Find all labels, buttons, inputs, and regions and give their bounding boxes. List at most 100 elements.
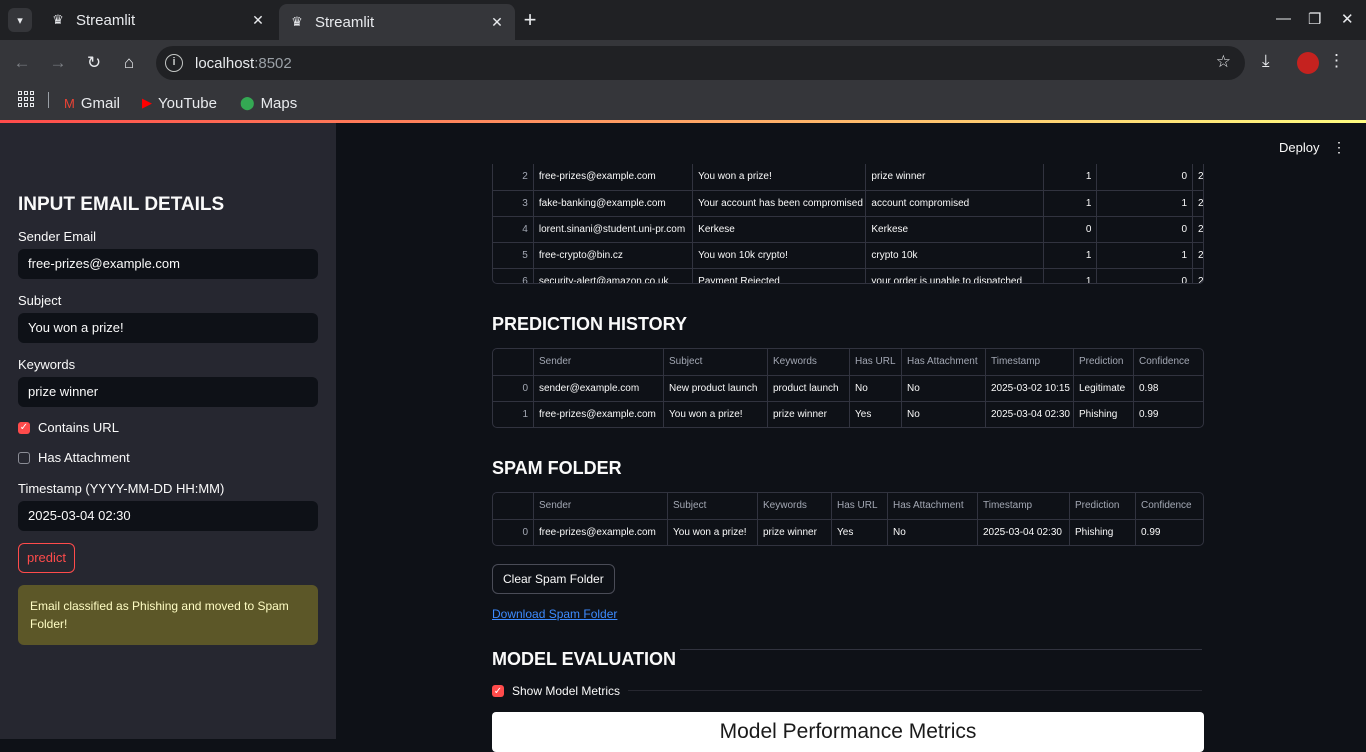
- browser-tab[interactable]: ♛ Streamlit ✕: [40, 4, 276, 36]
- download-spam-folder-link[interactable]: Download Spam Folder: [492, 607, 617, 621]
- subject-input[interactable]: You won a prize!: [18, 313, 318, 343]
- column-header[interactable]: Keywords: [757, 493, 831, 519]
- table-row[interactable]: 6 security-alert@amazon.co.uk Payment Reje…: [493, 268, 1203, 283]
- table-cell[interactable]: No: [901, 376, 985, 401]
- column-header[interactable]: Has Attachment: [901, 349, 985, 375]
- table-cell[interactable]: No: [849, 376, 901, 401]
- row-index-cell[interactable]: 0: [493, 520, 533, 545]
- truncated-cell[interactable]: 2: [1192, 269, 1203, 283]
- forward-arrow-icon[interactable]: →: [46, 51, 70, 75]
- has-attachment-checkbox[interactable]: Has Attachment: [18, 450, 130, 465]
- table-cell[interactable]: Legitimate: [1073, 376, 1133, 401]
- column-header[interactable]: Keywords: [767, 349, 849, 375]
- table-cell[interactable]: New product launch: [663, 376, 767, 401]
- column-header[interactable]: Has Attachment: [887, 493, 977, 519]
- sender-cell[interactable]: fake-banking@example.com: [532, 191, 692, 216]
- back-arrow-icon[interactable]: ←: [10, 51, 34, 75]
- table-cell[interactable]: free-prizes@example.com: [533, 402, 663, 427]
- has-attachment-cell[interactable]: 0: [1096, 217, 1192, 242]
- keywords-cell[interactable]: Kerkese: [865, 217, 1042, 242]
- prediction-history-table[interactable]: Sender Subject Keywords Has URL Has Attachme…: [492, 348, 1204, 428]
- table-cell[interactable]: free-prizes@example.com: [533, 520, 667, 545]
- timestamp-input[interactable]: 2025-03-04 02:30: [18, 501, 318, 531]
- minimize-icon[interactable]: —: [1276, 10, 1291, 27]
- has-attachment-cell[interactable]: 1: [1096, 191, 1192, 216]
- table-cell[interactable]: No: [887, 520, 977, 545]
- restore-icon[interactable]: ❐: [1308, 10, 1321, 28]
- table-row[interactable]: 4 lorent.sinani@student.uni-pr.com Kerkese…: [493, 216, 1203, 242]
- column-header[interactable]: Prediction: [1073, 349, 1133, 375]
- keywords-cell[interactable]: account compromised: [865, 191, 1042, 216]
- has-url-cell[interactable]: 1: [1042, 243, 1097, 268]
- table-row[interactable]: 0 sender@example.com New product launch pro…: [493, 375, 1203, 401]
- subject-cell[interactable]: Payment Rejected: [692, 269, 865, 283]
- table-cell[interactable]: Yes: [831, 520, 887, 545]
- table-row[interactable]: 1 free-prizes@example.com You won a prize!…: [493, 401, 1203, 427]
- sender-cell[interactable]: free-prizes@example.com: [532, 164, 692, 190]
- sender-cell[interactable]: free-crypto@bin.cz: [532, 243, 692, 268]
- table-row[interactable]: 0 free-prizes@example.com You won a prize!…: [493, 519, 1203, 545]
- address-bar[interactable]: i localhost:8502 ☆: [156, 46, 1245, 80]
- has-url-cell[interactable]: 1: [1042, 269, 1097, 283]
- has-attachment-cell[interactable]: 1: [1096, 243, 1192, 268]
- bookmark-gmail[interactable]: M Gmail: [64, 91, 120, 115]
- apps-grid-icon[interactable]: [18, 91, 34, 107]
- table-row[interactable]: 3 fake-banking@example.com Your account ha…: [493, 190, 1203, 216]
- main-menu-kebab-icon[interactable]: ⋮: [1332, 139, 1346, 156]
- column-header[interactable]: Sender: [533, 493, 667, 519]
- table-cell[interactable]: 2025-03-04 02:30: [985, 402, 1073, 427]
- row-index-cell[interactable]: 6: [493, 269, 533, 283]
- table-cell[interactable]: prize winner: [757, 520, 831, 545]
- row-index-cell[interactable]: 3: [493, 191, 533, 216]
- table-cell[interactable]: sender@example.com: [533, 376, 663, 401]
- row-index-cell[interactable]: 2: [493, 164, 533, 190]
- site-info-icon[interactable]: i: [165, 54, 183, 72]
- truncated-cell[interactable]: 2: [1192, 217, 1203, 242]
- table-cell[interactable]: You won a prize!: [667, 520, 757, 545]
- subject-cell[interactable]: Your account has been compromised: [692, 191, 865, 216]
- row-index-cell[interactable]: 5: [493, 243, 533, 268]
- column-header[interactable]: Subject: [667, 493, 757, 519]
- table-cell[interactable]: Yes: [849, 402, 901, 427]
- table-cell[interactable]: product launch: [767, 376, 849, 401]
- keywords-cell[interactable]: your order is unable to dispatched: [865, 269, 1042, 283]
- keywords-cell[interactable]: prize winner: [865, 164, 1042, 190]
- column-header[interactable]: Prediction: [1069, 493, 1135, 519]
- table-cell[interactable]: You won a prize!: [663, 402, 767, 427]
- row-index-cell[interactable]: 4: [493, 217, 533, 242]
- has-url-cell[interactable]: 0: [1042, 217, 1097, 242]
- table-cell[interactable]: Phishing: [1069, 520, 1135, 545]
- bookmark-maps[interactable]: ⬤ Maps: [240, 91, 297, 115]
- truncated-cell[interactable]: 2: [1192, 164, 1203, 190]
- home-icon[interactable]: ⌂: [117, 51, 141, 75]
- table-cell[interactable]: 2025-03-02 10:15: [985, 376, 1073, 401]
- bookmark-star-icon[interactable]: ☆: [1216, 52, 1231, 72]
- has-attachment-cell[interactable]: 0: [1096, 269, 1192, 283]
- column-header[interactable]: Has URL: [849, 349, 901, 375]
- profile-avatar[interactable]: [1297, 52, 1319, 74]
- table-cell[interactable]: 0.99: [1135, 520, 1203, 545]
- table-cell[interactable]: Phishing: [1073, 402, 1133, 427]
- tab-search-chevron-icon[interactable]: ▾: [8, 8, 32, 32]
- subject-cell[interactable]: You won 10k crypto!: [692, 243, 865, 268]
- new-tab-plus-icon[interactable]: +: [518, 9, 542, 33]
- subject-cell[interactable]: You won a prize!: [692, 164, 865, 190]
- column-header[interactable]: Timestamp: [985, 349, 1073, 375]
- truncated-cell[interactable]: 2: [1192, 191, 1203, 216]
- sender-cell[interactable]: lorent.sinani@student.uni-pr.com: [532, 217, 692, 242]
- column-header[interactable]: [493, 349, 533, 375]
- has-url-cell[interactable]: 1: [1042, 164, 1097, 190]
- sender-email-input[interactable]: free-prizes@example.com: [18, 249, 318, 279]
- spam-folder-table[interactable]: Sender Subject Keywords Has URL Has Attachme…: [492, 492, 1204, 546]
- column-header[interactable]: Sender: [533, 349, 663, 375]
- column-header[interactable]: Timestamp: [977, 493, 1069, 519]
- column-header[interactable]: [493, 493, 533, 519]
- sender-cell[interactable]: security-alert@amazon.co.uk: [532, 269, 692, 283]
- table-row[interactable]: 2 free-prizes@example.com You won a prize!…: [493, 164, 1203, 190]
- browser-tab-active[interactable]: ♛ Streamlit ✕: [279, 4, 515, 40]
- column-header[interactable]: Has URL: [831, 493, 887, 519]
- contains-url-checkbox[interactable]: ✓ Contains URL: [18, 420, 119, 435]
- predict-button[interactable]: predict: [18, 543, 75, 573]
- deploy-button[interactable]: Deploy: [1279, 140, 1319, 155]
- table-cell[interactable]: prize winner: [767, 402, 849, 427]
